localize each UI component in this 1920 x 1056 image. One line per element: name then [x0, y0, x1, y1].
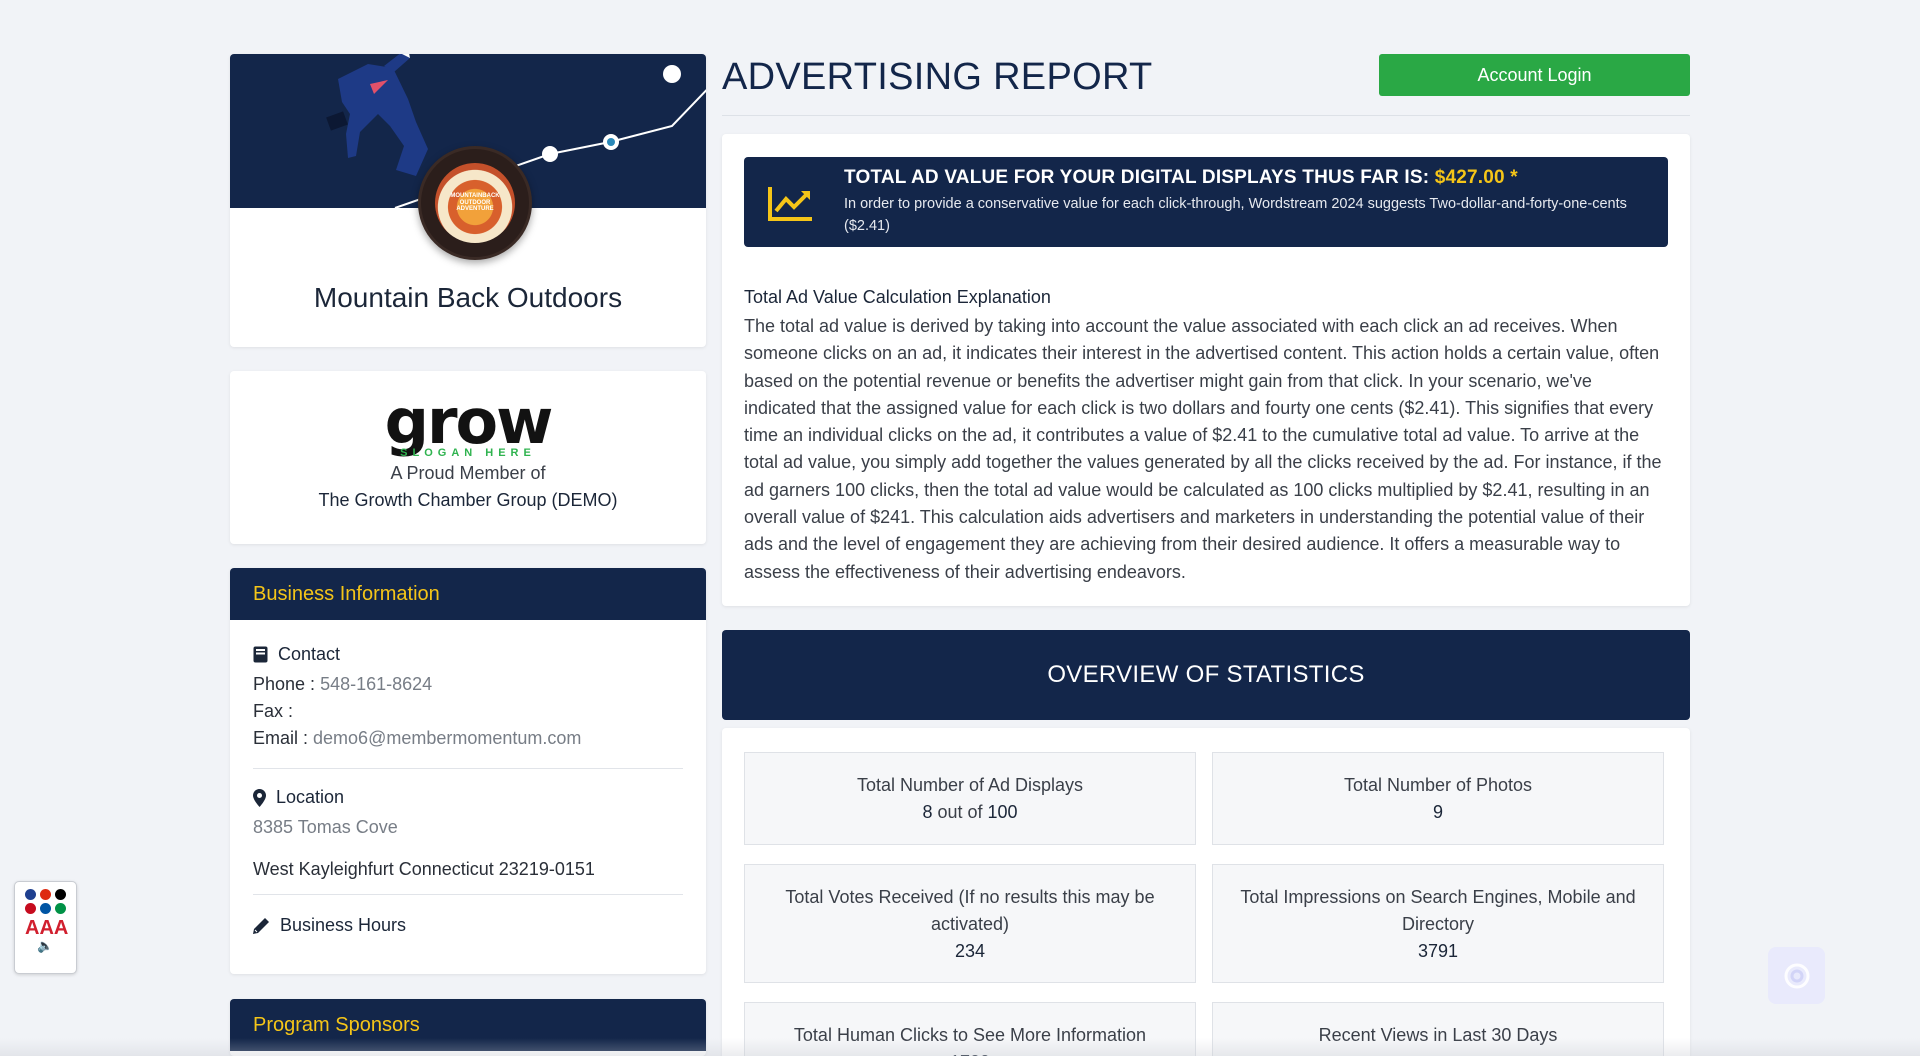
business-info-card: Business Information Contact Phone : 548…	[230, 568, 706, 974]
address-line-2: West Kayleighfurt Connecticut 23219-0151	[253, 859, 595, 879]
report-header: ADVERTISING REPORT Account Login	[722, 54, 1690, 116]
proud-member-label: A Proud Member of	[390, 463, 546, 483]
email-row: Email : demo6@membermomentum.com	[253, 725, 683, 752]
chart-line-icon	[768, 187, 812, 221]
overview-heading: OVERVIEW OF STATISTICS	[722, 630, 1690, 720]
location-section-title: Location	[253, 787, 683, 808]
ad-value-title-text: TOTAL AD VALUE FOR YOUR DIGITAL DISPLAYS…	[844, 167, 1430, 188]
stat-value-current: 8	[922, 802, 933, 822]
stat-label: Total Impressions on Search Engines, Mob…	[1240, 887, 1636, 934]
chamber-name: The Growth Chamber Group (DEMO)	[318, 490, 618, 510]
left-column: MOUNTAINBACK OUTDOOR ADVENTURE Mountain …	[230, 54, 706, 974]
stat-value-separator: out of	[932, 802, 988, 822]
grow-slogan: SLOGAN HERE	[400, 447, 536, 459]
company-name: Mountain Back Outdoors	[313, 282, 623, 313]
accessibility-widget[interactable]: AAA 🔈	[14, 881, 77, 974]
stat-votes: Total Votes Received (If no results this…	[744, 864, 1196, 983]
profile-card: MOUNTAINBACK OUTDOOR ADVENTURE Mountain …	[230, 54, 706, 347]
phone-value[interactable]: 548-161-8624	[320, 674, 432, 694]
stat-value: 234	[954, 941, 986, 961]
stat-label: Total Human Clicks to See More Informati…	[793, 1025, 1147, 1045]
language-flag-icon[interactable]	[25, 903, 36, 914]
statistics-panel: Total Number of Ad Displays 8 out of 100…	[722, 728, 1690, 1056]
mountain-logo-icon: MOUNTAINBACK OUTDOOR ADVENTURE	[435, 163, 515, 243]
stat-value: 1709	[765, 1049, 1175, 1056]
stat-value-max: 100	[987, 802, 1018, 822]
calculation-explanation: The total ad value is derived by taking …	[744, 316, 1662, 582]
stat-human-clicks: Total Human Clicks to See More Informati…	[744, 1002, 1196, 1056]
language-flag-icon[interactable]	[40, 889, 51, 900]
stat-label: Total Number of Photos	[1343, 775, 1533, 795]
location-label: Location	[276, 787, 345, 807]
language-flag-icon[interactable]	[55, 903, 66, 914]
stat-ad-displays: Total Number of Ad Displays 8 out of 100	[744, 752, 1196, 845]
account-login-button[interactable]: Account Login	[1379, 54, 1690, 96]
program-sponsors-heading: Program Sponsors	[230, 999, 706, 1051]
email-link[interactable]: demo6@membermomentum.com	[313, 728, 581, 748]
font-size-icon[interactable]: AAA	[25, 918, 76, 938]
business-info-heading: Business Information	[230, 568, 706, 620]
stat-label: Total Number of Ad Displays	[856, 775, 1084, 795]
avatar-logo-text: MOUNTAINBACK OUTDOOR ADVENTURE	[450, 193, 500, 213]
stat-recent-views: Recent Views in Last 30 Days	[1212, 1002, 1664, 1056]
ad-value-note: In order to provide a conservative value…	[844, 196, 1627, 234]
grow-logo[interactable]: grow	[230, 391, 706, 453]
ad-value-title: TOTAL AD VALUE FOR YOUR DIGITAL DISPLAYS…	[844, 167, 1648, 189]
phone-row: Phone : 548-161-8624	[253, 671, 683, 698]
contact-section-title: Contact	[253, 644, 683, 665]
company-avatar[interactable]: MOUNTAINBACK OUTDOOR ADVENTURE	[418, 146, 532, 260]
stat-value: 3791	[1417, 941, 1459, 961]
stat-value: 9	[1432, 802, 1443, 822]
email-label: Email :	[253, 728, 309, 748]
language-flag-icon[interactable]	[55, 889, 66, 900]
fax-label: Fax :	[253, 701, 294, 721]
speaker-icon[interactable]: 🔈	[37, 938, 76, 954]
pencil-icon	[253, 918, 269, 934]
phone-label: Phone :	[253, 674, 316, 694]
address-book-icon	[253, 646, 268, 663]
map-pin-icon	[253, 788, 266, 807]
business-hours-toggle[interactable]: Business Hours	[253, 915, 683, 936]
page-title: ADVERTISING REPORT	[722, 56, 1153, 98]
contact-label: Contact	[278, 644, 341, 664]
fax-row: Fax :	[253, 698, 683, 725]
language-flag-icon[interactable]	[40, 903, 51, 914]
ad-value-banner: TOTAL AD VALUE FOR YOUR DIGITAL DISPLAYS…	[744, 157, 1668, 247]
swirl-icon	[1784, 963, 1809, 988]
member-card: grow SLOGAN HERE A Proud Member of The G…	[230, 371, 706, 544]
program-sponsors-card: Program Sponsors	[230, 999, 706, 1056]
address-line-1: 8385 Tomas Cove	[253, 817, 398, 837]
statistics-grid: Total Number of Ad Displays 8 out of 100…	[744, 752, 1668, 1056]
ad-value-card: TOTAL AD VALUE FOR YOUR DIGITAL DISPLAYS…	[722, 134, 1690, 606]
font-size-label: AAA	[25, 917, 69, 939]
ad-value-amount: $427.00 *	[1434, 167, 1518, 188]
calculation-title: Total Ad Value Calculation Explanation	[744, 287, 1051, 307]
divider	[253, 894, 683, 895]
main-content: ADVERTISING REPORT Account Login TOTAL A…	[722, 54, 1690, 1056]
stat-label: Recent Views in Last 30 Days	[1318, 1025, 1558, 1045]
stat-impressions: Total Impressions on Search Engines, Mob…	[1212, 864, 1664, 983]
stat-value: 8 out of 100	[765, 799, 1175, 826]
language-flag-icon[interactable]	[25, 889, 36, 900]
stat-photos: Total Number of Photos 9	[1212, 752, 1664, 845]
business-hours-label: Business Hours	[280, 915, 407, 935]
chat-assistant-icon[interactable]	[1768, 947, 1825, 1004]
language-flags[interactable]	[25, 889, 76, 914]
divider	[253, 768, 683, 769]
stat-label: Total Votes Received (If no results this…	[785, 887, 1155, 934]
